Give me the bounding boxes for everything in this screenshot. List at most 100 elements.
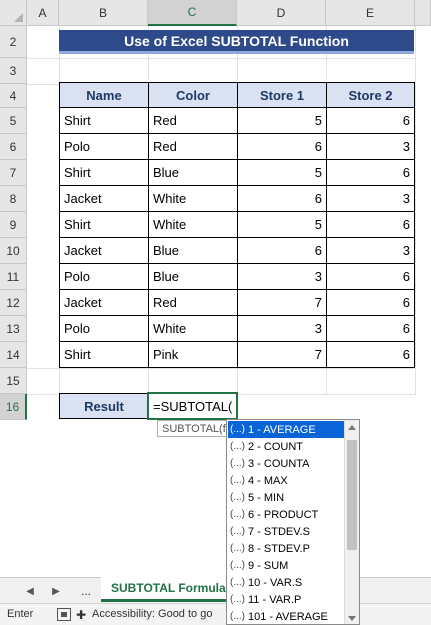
table-cell-store-1[interactable]: 3 xyxy=(237,315,327,342)
select-all-button[interactable] xyxy=(0,0,27,26)
row-header-7[interactable]: 7 xyxy=(0,160,27,186)
table-cell-store-2[interactable]: 6 xyxy=(326,289,415,316)
function-icon: (...) xyxy=(230,509,245,520)
table-cell-store-1[interactable]: 7 xyxy=(237,341,327,368)
table-cell-color[interactable]: White xyxy=(148,211,238,238)
column-header-d[interactable]: D xyxy=(237,0,326,26)
autocomplete-item-label: 6 - PRODUCT xyxy=(248,508,319,521)
row-header-10[interactable]: 10 xyxy=(0,238,27,264)
result-label[interactable]: Result xyxy=(59,393,149,419)
row-header-11[interactable]: 11 xyxy=(0,264,27,290)
table-cell-store-1[interactable]: 6 xyxy=(237,185,327,212)
table-cell-name[interactable]: Shirt xyxy=(59,159,149,186)
sheet-title[interactable]: Use of Excel SUBTOTAL Function xyxy=(59,30,414,54)
table-cell-store-1[interactable]: 3 xyxy=(237,263,327,290)
header-store-2[interactable]: Store 2 xyxy=(326,82,415,108)
row-header-4[interactable]: 4 xyxy=(0,84,27,108)
row-header-15[interactable]: 15 xyxy=(0,368,27,394)
row-header-6[interactable]: 6 xyxy=(0,134,27,160)
table-cell-color[interactable]: White xyxy=(148,315,238,342)
scrollbar-thumb[interactable] xyxy=(347,440,357,550)
table-cell-name[interactable]: Polo xyxy=(59,315,149,342)
autocomplete-item[interactable]: (...) 3 - COUNTA xyxy=(228,455,345,472)
table-cell-name[interactable]: Jacket xyxy=(59,237,149,264)
function-icon: (...) xyxy=(230,543,245,554)
header-color[interactable]: Color xyxy=(148,82,238,108)
autocomplete-item[interactable]: (...) 1 - AVERAGE xyxy=(228,421,345,438)
header-name[interactable]: Name xyxy=(59,82,149,108)
dropdown-scrollbar[interactable] xyxy=(344,420,359,624)
table-cell-color[interactable]: Blue xyxy=(148,237,238,264)
more-sheets-button[interactable]: ... xyxy=(74,581,98,601)
autocomplete-item[interactable]: (...) 11 - VAR.P xyxy=(228,591,345,608)
table-cell-name[interactable]: Jacket xyxy=(59,185,149,212)
table-cell-store-2[interactable]: 6 xyxy=(326,211,415,238)
table-cell-color[interactable]: Red xyxy=(148,133,238,160)
table-cell-store-1[interactable]: 7 xyxy=(237,289,327,316)
table-cell-name[interactable]: Polo xyxy=(59,133,149,160)
column-header-a[interactable]: A xyxy=(27,0,59,26)
table-cell-store-2[interactable]: 6 xyxy=(326,315,415,342)
autocomplete-item[interactable]: (...) 4 - MAX xyxy=(228,472,345,489)
tab-scroll-right-icon[interactable]: ▶ xyxy=(48,582,64,600)
row-header-13[interactable]: 13 xyxy=(0,316,27,342)
table-cell-name[interactable]: Shirt xyxy=(59,211,149,238)
row-header-14[interactable]: 14 xyxy=(0,342,27,368)
scroll-down-icon[interactable] xyxy=(348,616,356,621)
row-header-5[interactable]: 5 xyxy=(0,108,27,134)
autocomplete-item[interactable]: (...) 10 - VAR.S xyxy=(228,574,345,591)
autocomplete-item[interactable]: (...) 7 - STDEV.S xyxy=(228,523,345,540)
autocomplete-item[interactable]: (...) 101 - AVERAGE xyxy=(228,608,345,624)
table-cell-store-2[interactable]: 6 xyxy=(326,159,415,186)
autocomplete-item[interactable]: (...) 8 - STDEV.P xyxy=(228,540,345,557)
table-cell-store-2[interactable]: 6 xyxy=(326,341,415,368)
table-cell-name[interactable]: Jacket xyxy=(59,289,149,316)
active-cell-formula[interactable]: =SUBTOTAL( xyxy=(147,392,238,420)
row-header-8[interactable]: 8 xyxy=(0,186,27,212)
table-cell-color[interactable]: Blue xyxy=(148,263,238,290)
table-cell-store-1[interactable]: 6 xyxy=(237,133,327,160)
table-cell-color[interactable]: White xyxy=(148,185,238,212)
autocomplete-item[interactable]: (...) 9 - SUM xyxy=(228,557,345,574)
table-cell-store-1[interactable]: 5 xyxy=(237,107,327,134)
tab-subtotal-formula[interactable]: SUBTOTAL Formula xyxy=(101,577,231,602)
table-cell-name[interactable]: Polo xyxy=(59,263,149,290)
table-cell-color[interactable]: Blue xyxy=(148,159,238,186)
table-cell-store-1[interactable]: 6 xyxy=(237,237,327,264)
autocomplete-item-label: 11 - VAR.P xyxy=(248,593,302,606)
table-cell-store-1[interactable]: 5 xyxy=(237,159,327,186)
table-cell-color[interactable]: Red xyxy=(148,289,238,316)
scroll-up-icon[interactable] xyxy=(348,425,356,430)
accessibility-status[interactable]: Accessibility: Good to go xyxy=(92,608,227,620)
autocomplete-item[interactable]: (...) 2 - COUNT xyxy=(228,438,345,455)
table-cell-store-2[interactable]: 6 xyxy=(326,263,415,290)
table-cell-color[interactable]: Pink xyxy=(148,341,238,368)
row-header-3[interactable]: 3 xyxy=(0,58,27,84)
table-cell-color[interactable]: Red xyxy=(148,107,238,134)
table-cell-name[interactable]: Shirt xyxy=(59,107,149,134)
row-header-16[interactable]: 16 xyxy=(0,394,27,420)
autocomplete-item[interactable]: (...) 6 - PRODUCT xyxy=(228,506,345,523)
tab-scroll-left-icon[interactable]: ◀ xyxy=(22,582,38,600)
row-header-2[interactable]: 2 xyxy=(0,26,27,58)
table-cell-store-2[interactable]: 3 xyxy=(326,133,415,160)
row-header-12[interactable]: 12 xyxy=(0,290,27,316)
autocomplete-dropdown[interactable]: (...) 1 - AVERAGE (...) 2 - COUNT (...) 3 -… xyxy=(226,419,360,625)
accessibility-icon[interactable]: ✚ xyxy=(76,608,86,622)
status-bar: Enter ✚ Accessibility: Good to go xyxy=(0,603,431,625)
table-cell-name[interactable]: Shirt xyxy=(59,341,149,368)
column-header-f[interactable] xyxy=(415,0,431,26)
column-header-c[interactable]: C xyxy=(148,0,237,26)
table-cell-store-2[interactable]: 6 xyxy=(326,107,415,134)
column-header-e[interactable]: E xyxy=(326,0,415,26)
macro-record-icon[interactable] xyxy=(57,608,71,621)
row-header-9[interactable]: 9 xyxy=(0,212,27,238)
autocomplete-item-label: 1 - AVERAGE xyxy=(248,423,316,436)
header-store-1[interactable]: Store 1 xyxy=(237,82,327,108)
autocomplete-item[interactable]: (...) 5 - MIN xyxy=(228,489,345,506)
table-cell-store-2[interactable]: 3 xyxy=(326,237,415,264)
table-cell-store-2[interactable]: 3 xyxy=(326,185,415,212)
table-cell-store-1[interactable]: 5 xyxy=(237,211,327,238)
autocomplete-item-label: 9 - SUM xyxy=(248,559,289,572)
column-header-b[interactable]: B xyxy=(59,0,148,26)
